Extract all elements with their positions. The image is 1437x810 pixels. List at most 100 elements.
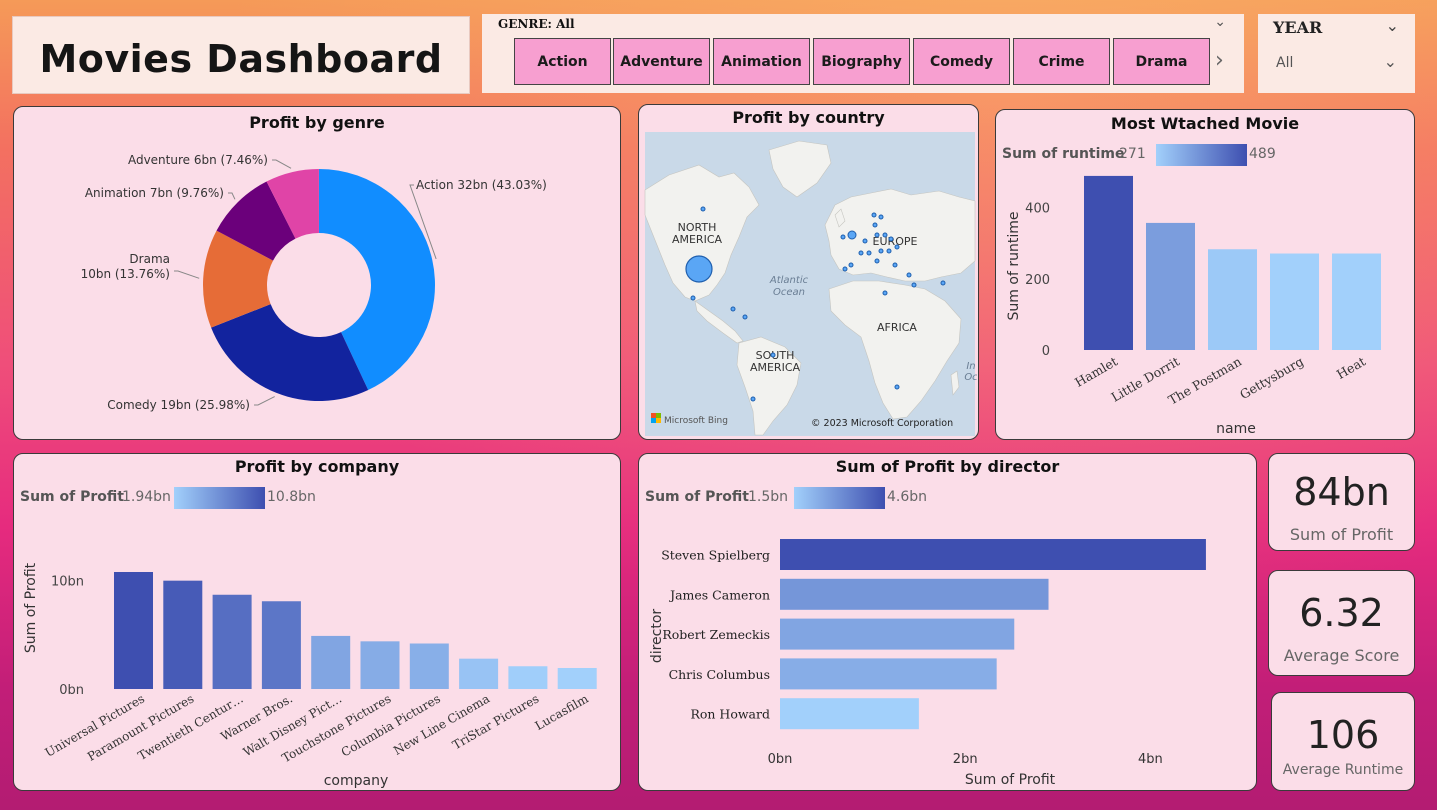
bar-company[interactable] bbox=[261, 601, 301, 689]
data-label: Adventure 6bn (7.46%) bbox=[128, 153, 268, 167]
map-attribution: Microsoft Bing bbox=[664, 416, 728, 426]
profit-by-genre-card: Profit by genre Action 32bn (43.03%) Come… bbox=[13, 106, 621, 440]
genre-slicer[interactable]: GENRE: All ⌄ Action Adventure Animation … bbox=[482, 14, 1244, 93]
genre-button-biography[interactable]: Biography bbox=[813, 38, 910, 85]
kpi-label: Average Score bbox=[1283, 646, 1400, 665]
genre-button-comedy[interactable]: Comedy bbox=[913, 38, 1010, 85]
genre-button-adventure[interactable]: Adventure bbox=[613, 38, 710, 85]
donut-slice-comedy[interactable] bbox=[211, 304, 369, 401]
year-slicer-label: YEAR bbox=[1273, 18, 1323, 37]
legend-max: 4.6bn bbox=[887, 489, 927, 505]
title-panel: Movies Dashboard bbox=[12, 16, 470, 94]
bar-company[interactable] bbox=[163, 580, 203, 689]
bing-logo-icon bbox=[651, 413, 656, 418]
leader-line bbox=[272, 159, 292, 169]
y-tick-label: 0bn bbox=[59, 683, 84, 698]
bar-director[interactable] bbox=[780, 618, 1015, 650]
bar-director[interactable] bbox=[780, 539, 1206, 570]
bar-little-dorrit[interactable] bbox=[1146, 222, 1195, 350]
bing-logo-icon bbox=[651, 418, 656, 423]
bar-company[interactable] bbox=[114, 572, 153, 689]
legend-gradient bbox=[794, 487, 885, 509]
map-label-south-america: SOUTHAMERICA bbox=[750, 349, 801, 374]
chevron-down-icon[interactable]: ⌄ bbox=[1214, 14, 1226, 30]
y-tick-label: 400 bbox=[1025, 202, 1050, 217]
genre-button-action[interactable]: Action bbox=[514, 38, 611, 85]
map-svg[interactable]: NORTHAMERICA EUROPE AFRICA SOUTHAMERICA … bbox=[639, 105, 977, 438]
y-tick-label: Ron Howard bbox=[690, 707, 770, 722]
profit-by-company-card: Profit by company Sum of Profit 1.94bn 10.… bbox=[13, 453, 621, 791]
bar-gettysburg[interactable] bbox=[1270, 253, 1319, 350]
bar-director[interactable] bbox=[780, 578, 1049, 610]
profit-by-country-card: Profit by country NORTH AMERICA EUROPE AF… bbox=[638, 104, 979, 440]
profit-by-director-card: Sum of Profit by director Sum of Profit 1… bbox=[638, 453, 1257, 791]
company-bar-chart: Sum of Profit1.94bn 10.8bn0bn10bnUniversa… bbox=[20, 487, 597, 789]
leader-line bbox=[174, 270, 200, 279]
bar-company[interactable] bbox=[360, 641, 400, 689]
data-label: Animation 7bn (9.76%) bbox=[85, 186, 224, 200]
bar-director[interactable] bbox=[780, 698, 919, 730]
genre-slicer-label: GENRE: All bbox=[498, 17, 575, 31]
bar-director[interactable] bbox=[780, 658, 997, 690]
kpi-label: Sum of Profit bbox=[1289, 525, 1394, 544]
bar-company[interactable] bbox=[557, 667, 597, 689]
y-axis-label: Sum of runtime bbox=[1006, 212, 1022, 321]
bar-company[interactable] bbox=[212, 594, 252, 689]
y-tick-label: Robert Zemeckis bbox=[662, 627, 770, 642]
x-tick-label: 2bn bbox=[953, 752, 978, 767]
chevron-right-icon[interactable]: › bbox=[1215, 48, 1224, 73]
bar-heat[interactable] bbox=[1332, 253, 1381, 350]
map-label-north-america: NORTH AMERICA bbox=[672, 221, 723, 246]
map-label-africa: AFRICA bbox=[877, 321, 917, 334]
kpi-card-runtime: 106 Average Runtime bbox=[1271, 692, 1415, 791]
year-slicer[interactable]: YEAR ⌄ All ⌄ bbox=[1258, 14, 1415, 93]
x-tick-label: Lucasfilm bbox=[533, 691, 592, 733]
y-tick-label: Steven Spielberg bbox=[661, 548, 770, 563]
y-axis-label: Sum of Profit bbox=[23, 562, 39, 653]
legend-min: 271 bbox=[1119, 146, 1146, 162]
leader-line bbox=[228, 192, 236, 200]
legend-max: 10.8bn bbox=[267, 489, 316, 505]
x-axis-label: Sum of Profit bbox=[965, 772, 1056, 788]
legend-title: Sum of Profit bbox=[20, 489, 124, 505]
y-axis-label: director bbox=[649, 609, 665, 664]
map-bubble-usa[interactable] bbox=[685, 255, 713, 283]
year-dropdown-value[interactable]: All bbox=[1276, 55, 1293, 71]
x-axis-label: company bbox=[324, 773, 389, 789]
runtime-bar-chart: Sum of runtime271 4890200400HamletLittle … bbox=[1002, 144, 1381, 437]
map-label-indian-ocean: In Oc bbox=[964, 361, 977, 383]
kpi-card-score: 6.32 Average Score bbox=[1268, 570, 1415, 676]
kpi-value: 6.32 bbox=[1299, 591, 1384, 635]
bar-company[interactable] bbox=[409, 643, 449, 690]
data-label: 10bn (13.76%) bbox=[81, 267, 170, 281]
bar-company[interactable] bbox=[459, 658, 499, 689]
chevron-down-icon[interactable]: ⌄ bbox=[1384, 52, 1397, 71]
director-bar-chart: Sum of Profit 1.5bn 4.6bn Steven Spielberg J… bbox=[645, 487, 1206, 788]
map-label-atlantic: Atlantic Ocean bbox=[769, 275, 809, 298]
legend-title: Sum of runtime bbox=[1002, 146, 1125, 162]
y-tick-label: 200 bbox=[1025, 273, 1050, 288]
chevron-down-icon[interactable]: ⌄ bbox=[1386, 16, 1399, 35]
bing-logo-icon bbox=[656, 413, 661, 418]
data-label: Drama bbox=[129, 252, 170, 266]
donut-chart: Action 32bn (43.03%) Comedy 19bn (25.98%)… bbox=[81, 153, 547, 412]
x-tick-label: TriStar Pictures bbox=[450, 691, 541, 752]
data-label: Action 32bn (43.03%) bbox=[416, 178, 547, 192]
bar-company[interactable] bbox=[508, 666, 548, 689]
legend-min: 1.5bn bbox=[748, 489, 788, 505]
bar-the-postman[interactable] bbox=[1208, 249, 1257, 350]
most-watched-movie-card: Most Wtached Movie Sum of runtime 271 489 0… bbox=[995, 109, 1415, 440]
x-tick-label: Heat bbox=[1334, 354, 1368, 382]
bar-company[interactable] bbox=[311, 635, 351, 689]
y-tick-label: Chris Columbus bbox=[669, 667, 770, 682]
y-tick-label: 10bn bbox=[51, 575, 84, 590]
genre-button-drama[interactable]: Drama bbox=[1113, 38, 1210, 85]
map-copyright: © 2023 Microsoft Corporation bbox=[811, 418, 953, 429]
leader-line bbox=[254, 396, 275, 406]
genre-button-animation[interactable]: Animation bbox=[713, 38, 810, 85]
genre-button-crime[interactable]: Crime bbox=[1013, 38, 1110, 85]
legend-gradient bbox=[174, 487, 265, 509]
y-tick-label: 0 bbox=[1042, 344, 1050, 359]
bar-hamlet[interactable] bbox=[1084, 175, 1133, 350]
y-tick-label: James Cameron bbox=[668, 587, 770, 602]
